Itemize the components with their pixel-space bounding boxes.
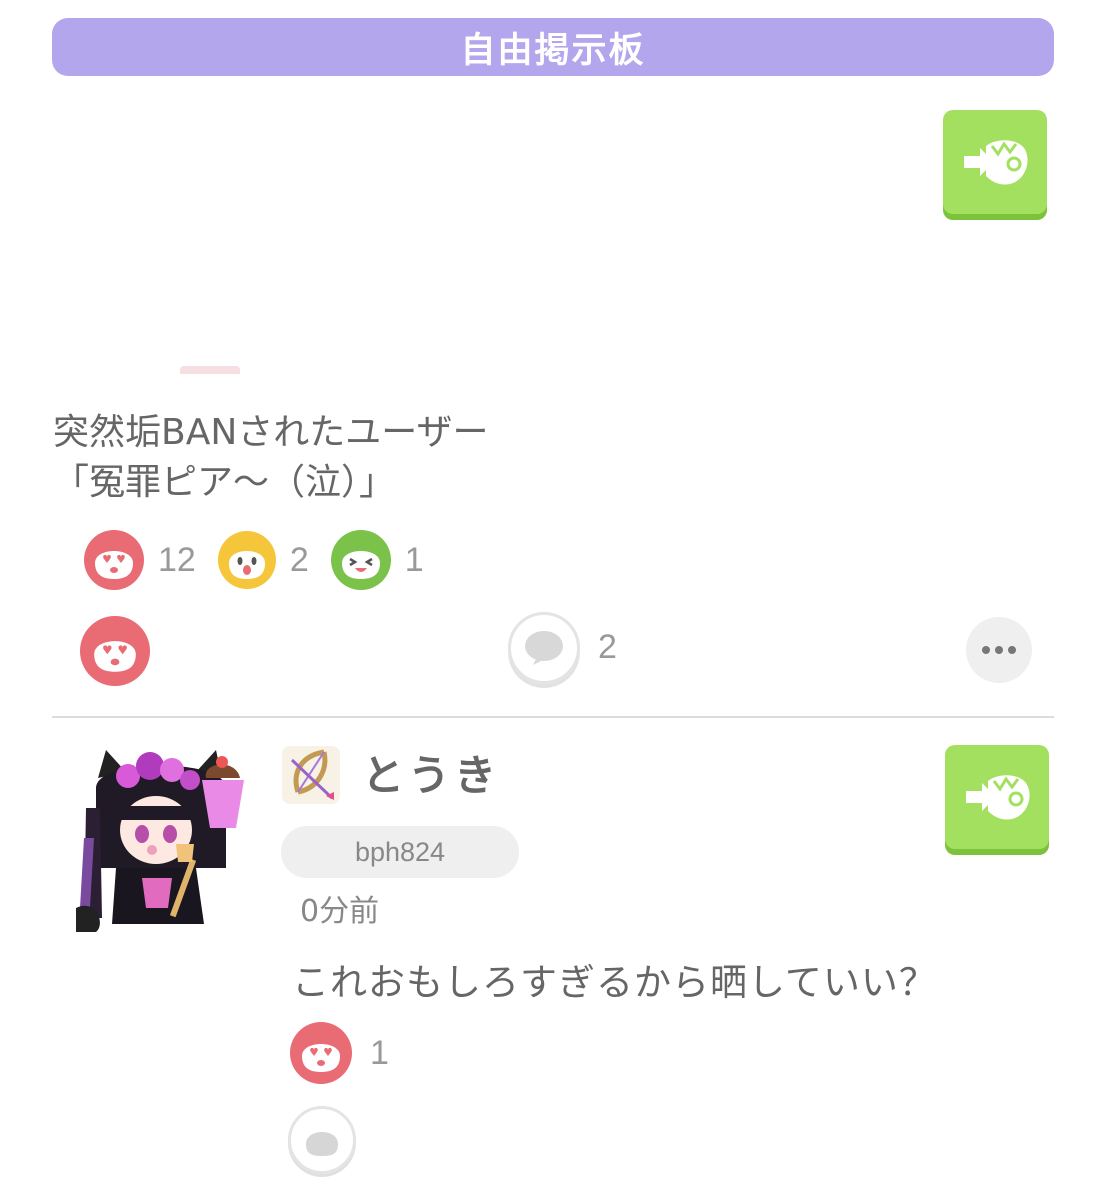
ellipsis-dot	[995, 646, 1003, 654]
comment-body: これおもしろすぎるから晒していい？	[292, 961, 937, 1004]
share-button[interactable]	[943, 110, 1047, 214]
timestamp: 0分前	[300, 894, 380, 929]
avatar[interactable]	[76, 748, 246, 932]
heart-eyes-face-icon	[94, 641, 136, 672]
heart-eyes-face-icon[interactable]	[290, 1022, 352, 1084]
reaction-count: 2	[289, 540, 309, 579]
comment-count: 2	[598, 628, 617, 666]
post-text-line: 「冤罪ピア～（泣）」	[53, 462, 396, 503]
shocked-face-icon[interactable]	[217, 531, 276, 589]
laughing-face-icon[interactable]	[330, 530, 391, 590]
heart-eyes-face-icon[interactable]	[84, 530, 144, 590]
reaction-count: 1	[404, 540, 424, 579]
react-button[interactable]	[80, 616, 150, 686]
blank-face-icon	[306, 1132, 338, 1156]
speech-bubble-icon	[525, 631, 563, 665]
comment-button[interactable]	[508, 612, 580, 684]
divider	[52, 716, 1054, 718]
faded-avatar-edge	[180, 366, 240, 374]
more-options-button[interactable]	[966, 617, 1032, 683]
share-icon	[966, 775, 1030, 820]
share-icon	[964, 140, 1028, 185]
reaction-count: 12	[158, 540, 196, 579]
comment-reaction-summary: 1	[290, 1022, 411, 1084]
reaction-count: 1	[370, 1033, 389, 1072]
user-id: bph824	[354, 836, 446, 867]
add-reaction-button[interactable]	[288, 1106, 356, 1174]
board-title: 自由掲示板	[460, 30, 646, 71]
share-button[interactable]	[945, 745, 1049, 849]
post-body: 突然垢BANされたユーザー 「冤罪ピア～（泣）」	[53, 408, 753, 508]
post-text-line: 突然垢BANされたユーザー	[53, 412, 489, 453]
username[interactable]: とうき	[362, 742, 500, 803]
ellipsis-dot	[982, 646, 990, 654]
board-title-bar: 自由掲示板	[52, 18, 1054, 76]
faded-content-area	[360, 140, 600, 260]
ellipsis-dot	[1008, 646, 1016, 654]
reaction-summary: 12 2 1	[84, 530, 446, 590]
bow-arrow-badge-icon	[280, 744, 342, 806]
user-id-badge: bph824	[281, 826, 519, 878]
